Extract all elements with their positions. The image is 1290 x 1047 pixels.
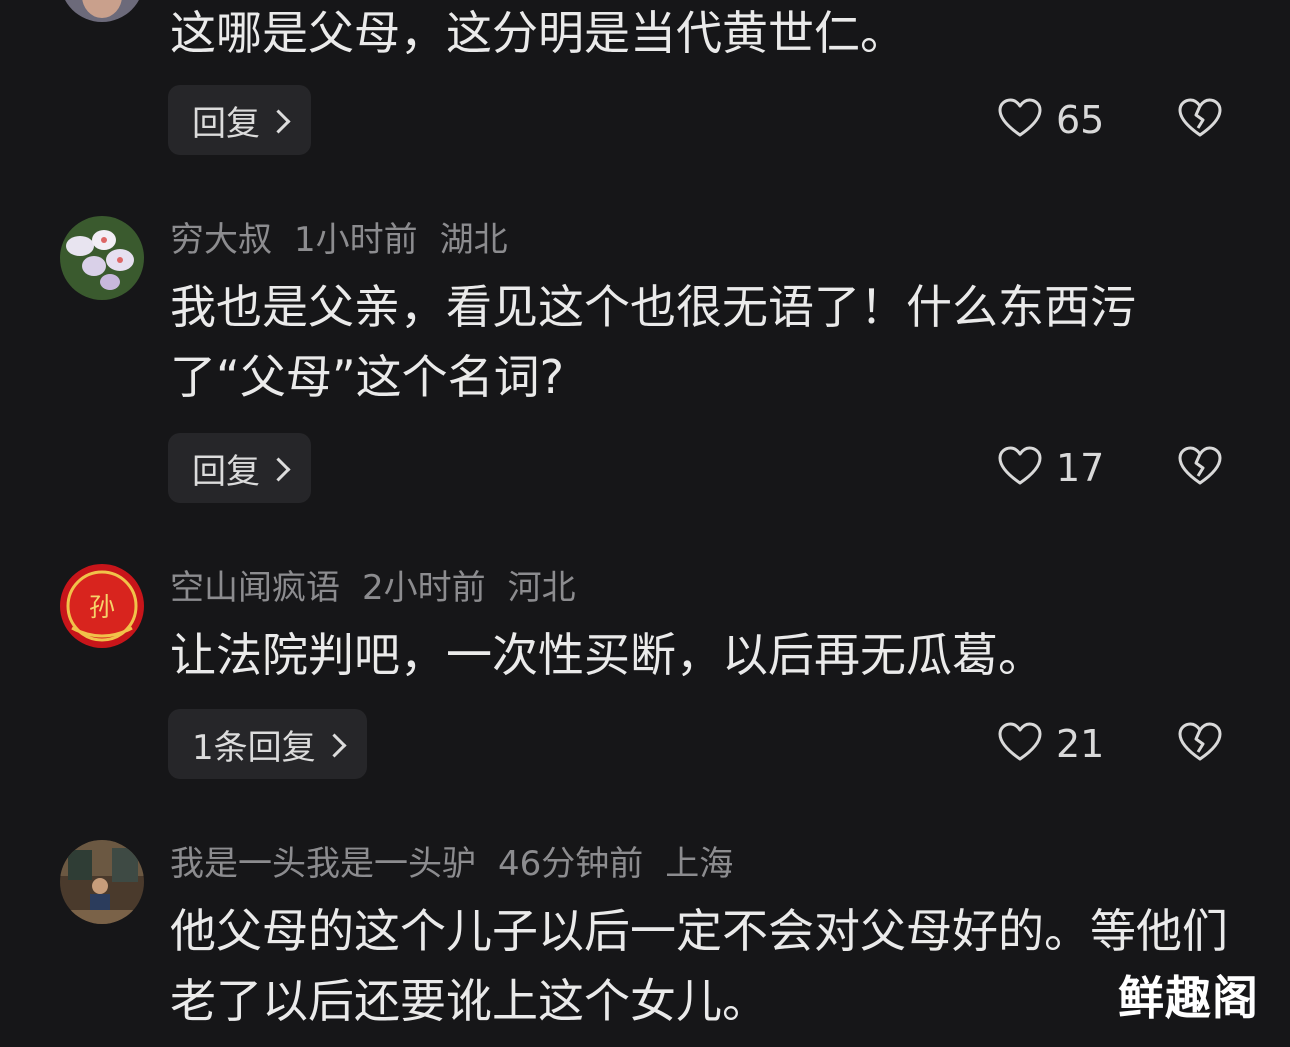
location: 河北 [507, 568, 576, 608]
reply-button[interactable]: 回复 [168, 85, 311, 155]
username[interactable]: 穷大叔 [170, 220, 272, 260]
reply-button[interactable]: 1条回复 [168, 709, 367, 779]
timestamp: 1小时前 [294, 220, 418, 260]
comment-text: 我也是父亲，看见这个也很无语了！什么东西污了“父母”这个名词? [170, 280, 1136, 404]
comment-text: 他父母的这个儿子以后一定不会对父母好的。等他们老了以后还要讹上这个女儿。 [170, 904, 1228, 1028]
reply-label: 1条回复 [192, 727, 316, 768]
watermark: 鲜趣阁 [1118, 971, 1259, 1025]
chevron-right-icon [266, 108, 291, 134]
reply-button[interactable]: 回复 [168, 433, 311, 503]
location: 湖北 [439, 220, 508, 260]
reply-label: 回复 [192, 451, 260, 492]
comment-text: 这哪是父母，这分明是当代黄世仁。 [170, 6, 906, 60]
username[interactable]: 我是一头我是一头驴 [170, 844, 476, 884]
heart-icon [998, 722, 1042, 766]
chevron-right-icon [266, 456, 291, 482]
timestamp: 2小时前 [362, 568, 486, 608]
comment-meta: 空山闻疯语 2小时前 河北 [170, 568, 598, 608]
dislike-button[interactable] [1176, 709, 1224, 779]
location: 上海 [665, 844, 734, 884]
like-count: 65 [1056, 98, 1105, 142]
like-count: 21 [1056, 722, 1105, 766]
like-button[interactable]: 65 [998, 85, 1104, 155]
broken-heart-icon [1178, 722, 1222, 766]
avatar[interactable] [60, 216, 144, 300]
timestamp: 46分钟前 [498, 844, 644, 884]
dislike-button[interactable] [1176, 433, 1224, 503]
chevron-right-icon [322, 732, 347, 758]
reply-label: 回复 [192, 103, 260, 144]
avatar[interactable] [60, 0, 144, 22]
avatar[interactable]: 孙 [60, 564, 144, 648]
svg-text:孙: 孙 [89, 593, 115, 623]
comment-meta: 我是一头我是一头驴 46分钟前 上海 [170, 844, 755, 884]
avatar[interactable] [60, 840, 144, 924]
broken-heart-icon [1178, 446, 1222, 490]
heart-icon [998, 446, 1042, 490]
like-button[interactable]: 17 [998, 433, 1104, 503]
heart-icon [998, 98, 1042, 142]
comment-text: 让法院判吧，一次性买断，以后再无瓜葛。 [170, 628, 1044, 682]
username[interactable]: 空山闻疯语 [170, 568, 340, 608]
dislike-button[interactable] [1176, 85, 1224, 155]
like-count: 17 [1056, 446, 1105, 490]
like-button[interactable]: 21 [998, 709, 1104, 779]
comment-meta: 穷大叔 1小时前 湖北 [170, 220, 530, 260]
broken-heart-icon [1178, 98, 1222, 142]
